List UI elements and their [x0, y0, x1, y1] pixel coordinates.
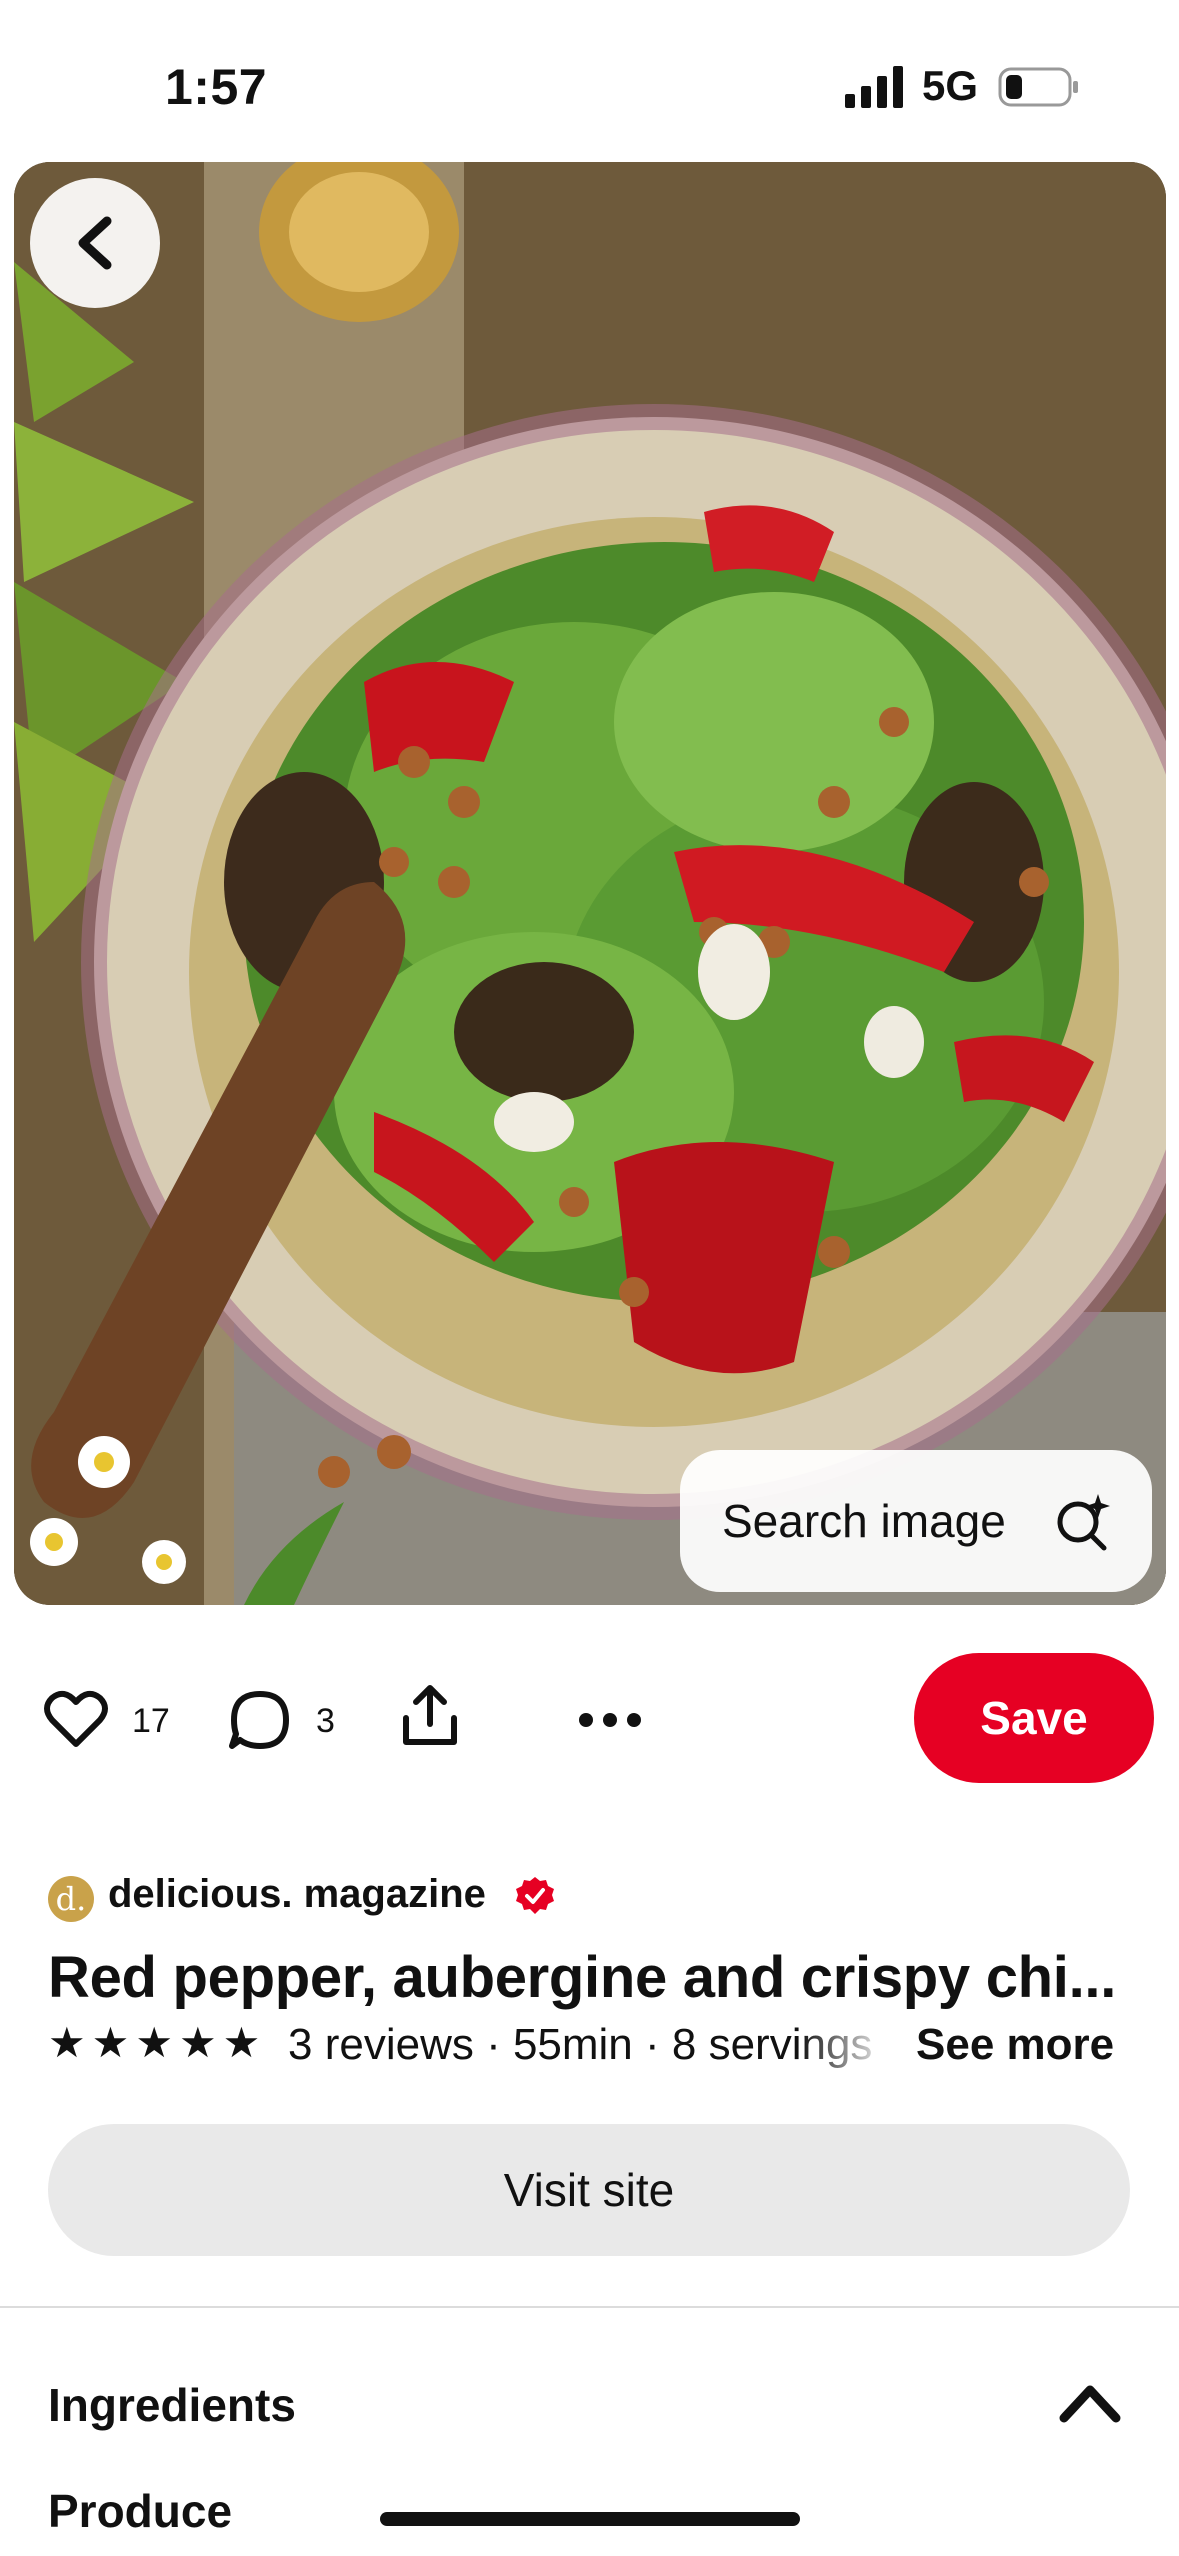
chevron-left-icon: [78, 216, 112, 270]
section-divider: [0, 2306, 1179, 2308]
ellipsis-icon[interactable]: [578, 1708, 642, 1732]
back-button[interactable]: [30, 178, 160, 308]
chevron-up-icon[interactable]: [1058, 2378, 1122, 2428]
heart-icon[interactable]: [44, 1688, 108, 1752]
salad-photo: [14, 162, 1166, 1605]
recipe-meta: 3 reviews · 55min · 8 servings: [288, 2020, 873, 2069]
home-indicator[interactable]: [380, 2512, 800, 2526]
star-icon: ★: [135, 2019, 173, 2066]
cellular-signal-icon: [845, 66, 903, 108]
battery-low-icon: [998, 67, 1078, 107]
visual-search-sparkle-icon: [1057, 1494, 1110, 1551]
source-name[interactable]: delicious. magazine: [108, 1872, 486, 1917]
verified-badge-icon: [516, 1877, 554, 1914]
ingredient-group-title: Produce: [48, 2485, 233, 2537]
search-image-button[interactable]: Search image: [680, 1450, 1152, 1592]
star-icon: ★: [91, 2019, 130, 2066]
save-button[interactable]: Save: [914, 1653, 1154, 1783]
network-type: 5G: [922, 62, 979, 109]
star-icon: ★: [222, 2019, 261, 2066]
rating-stars: ★ ★ ★ ★ ★: [48, 2022, 260, 2064]
comment-bubble-icon[interactable]: [228, 1688, 292, 1752]
star-icon: ★: [48, 2019, 86, 2066]
status-time: 1:57: [165, 59, 268, 115]
visit-site-button[interactable]: Visit site: [48, 2124, 1130, 2256]
search-image-label: Search image: [722, 1495, 1006, 1547]
see-more-link[interactable]: See more: [916, 2020, 1114, 2070]
like-count: 17: [132, 1702, 170, 1740]
share-icon[interactable]: [398, 1684, 462, 1748]
pin-title: Red pepper, aubergine and crispy chi...: [48, 1945, 1117, 2010]
ingredients-heading: Ingredients: [48, 2379, 296, 2431]
pin-image[interactable]: [14, 162, 1166, 1605]
star-icon: ★: [178, 2019, 217, 2066]
comment-count: 3: [316, 1702, 335, 1740]
source-avatar[interactable]: d.: [48, 1876, 94, 1922]
